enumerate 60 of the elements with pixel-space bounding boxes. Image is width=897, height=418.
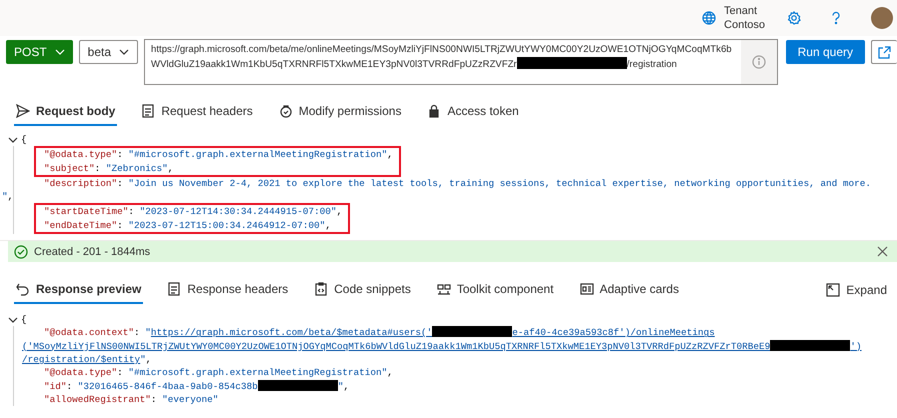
tab[interactable]: Toolkit component	[434, 276, 556, 304]
tab[interactable]: Adaptive cards	[578, 276, 681, 304]
undo-arrow-icon	[16, 282, 30, 296]
code-line: "@odata.type": "#microsoft.graph.externalMeetingRegistration",	[44, 148, 393, 162]
clipboard-code-icon	[314, 282, 328, 296]
tab[interactable]: Modify permissions	[276, 98, 404, 126]
tab[interactable]: Response preview	[14, 276, 144, 304]
link[interactable]: e-af40-4ce39a593c8f')/onlineMeetings	[512, 327, 715, 338]
lock-check-icon	[278, 104, 293, 118]
code-line: "subject": "Zebronics",	[44, 162, 174, 175]
code-line: ",	[2, 190, 14, 204]
avatar[interactable]	[871, 7, 893, 29]
link[interactable]: ('MSoyMzliYjFlNS00NWI5LTRjZWUtYWY0MC00Y2UzOWE1OTNjOGYqMCoqMTk6bWVldGluZ19aakk1Wm1KbU5qTXRNRFl5TXkwME1EY3pNV0l3TVRRdFpUZzRZVFZrT0RBeE9	[22, 340, 770, 352]
expand-button[interactable]: Expand	[826, 276, 889, 304]
expand-icon	[826, 283, 840, 298]
tab[interactable]: Request headers	[139, 98, 255, 126]
share-icon	[877, 44, 892, 60]
check-circle-icon	[14, 244, 28, 259]
info-icon	[752, 55, 766, 69]
code-line: "endDateTime": "2023-07-12T15:00:34.2464912-07:00",	[44, 218, 332, 232]
fold-toggle[interactable]	[8, 134, 18, 145]
share-button[interactable]	[871, 40, 897, 64]
code-line: "allowedRegistrant": "everyone"	[43, 392, 220, 406]
run-query-button[interactable]: Run query	[786, 40, 865, 64]
code-line: "@odata.context": "https://graph.microsoft.com/beta/$metadata#users(' e-af40-4ce39a593c8f')/onlineMeetings	[43, 326, 716, 340]
version-dropdown[interactable]: beta	[78, 40, 138, 64]
method-dropdown[interactable]: POST	[6, 40, 73, 64]
document-icon	[167, 282, 182, 296]
card-icon	[580, 282, 594, 296]
code-line: {	[21, 313, 27, 326]
tab[interactable]: Request body	[14, 98, 118, 126]
code-line: "description": "Join us November 2-4, 2021 to explore the latest tools, training sessions, technical expertise, networking opportunities, and more.	[43, 176, 872, 190]
fold-toggle[interactable]	[8, 314, 18, 325]
link[interactable]: ')	[850, 340, 862, 352]
code-line: "startDateTime": "2023-07-12T14:30:34.2444915-07:00",	[44, 205, 342, 219]
close-icon	[876, 245, 889, 258]
link[interactable]: /registration/$entity	[22, 354, 140, 365]
send-icon	[16, 104, 30, 118]
globe-icon	[702, 11, 716, 25]
lock-icon	[427, 104, 442, 118]
code-line: {	[21, 133, 27, 146]
chevron-down-icon	[119, 49, 130, 55]
document-icon	[141, 104, 156, 118]
tab[interactable]: Response headers	[165, 276, 290, 304]
code-line: /registration/$entity",	[21, 352, 152, 366]
tenant-label: Tenant	[724, 4, 758, 18]
chevron-down-icon	[8, 314, 18, 325]
component-icon	[436, 282, 451, 296]
tab[interactable]: Access token	[425, 98, 521, 126]
settings-icon	[787, 11, 801, 25]
link[interactable]: https://graph.microsoft.com/beta/$metadata#users('	[150, 327, 432, 338]
tenant-name: Contoso	[724, 18, 765, 32]
chevron-down-icon	[8, 134, 18, 145]
close-button[interactable]	[876, 245, 889, 258]
code-line: "id": "32016465-846f-4baa-9ab0-854c38b ",	[43, 380, 350, 393]
status-message: Created - 201 - 1844ms	[34, 246, 152, 258]
tab[interactable]: Code snippets	[312, 276, 413, 304]
code-line: "@odata.type": "#microsoft.graph.externalMeetingRegistration",	[43, 366, 394, 380]
settings-button[interactable]	[787, 11, 801, 25]
chevron-down-icon	[54, 49, 65, 55]
